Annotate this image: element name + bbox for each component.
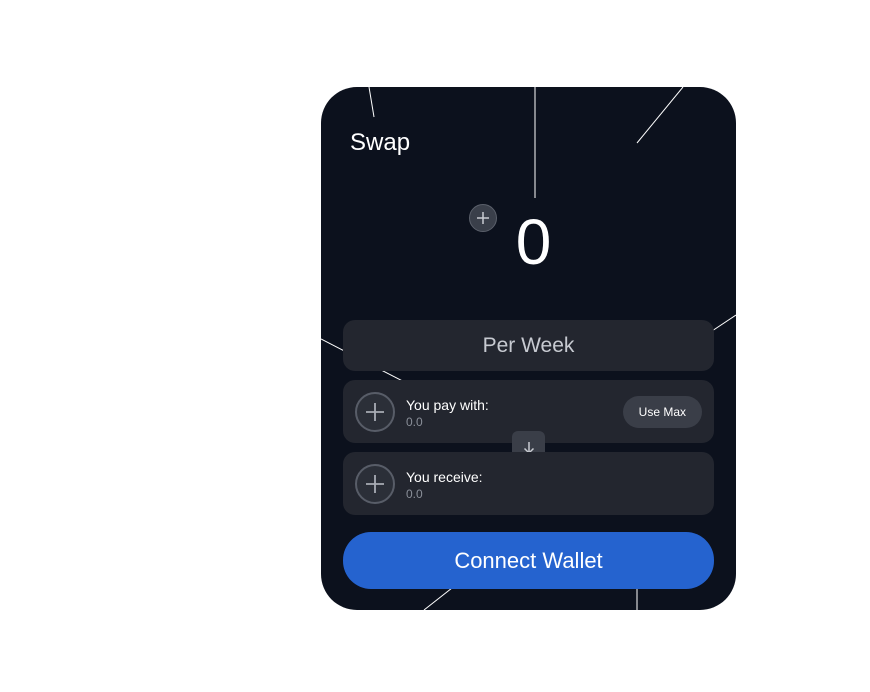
receive-row: You receive: 0.0	[343, 452, 714, 515]
pay-token-select-button[interactable]	[355, 392, 395, 432]
plus-icon	[366, 403, 384, 421]
pay-value[interactable]: 0.0	[406, 415, 423, 429]
plus-icon	[366, 475, 384, 493]
use-max-button[interactable]: Use Max	[622, 396, 702, 428]
decorative-line	[368, 87, 375, 118]
receive-label: You receive:	[406, 469, 483, 485]
swap-card: Swap 0 Per Week You pay with: 0.0 Use Ma…	[321, 87, 736, 610]
amount-display: 0	[321, 205, 736, 279]
connect-wallet-button[interactable]: Connect Wallet	[343, 532, 714, 589]
amount-value[interactable]: 0	[516, 205, 552, 279]
receive-value: 0.0	[406, 487, 423, 501]
frequency-select[interactable]: Per Week	[343, 320, 714, 371]
page-title: Swap	[350, 129, 411, 156]
decorative-line	[636, 87, 684, 144]
receive-token-select-button[interactable]	[355, 464, 395, 504]
pay-label: You pay with:	[406, 397, 489, 413]
